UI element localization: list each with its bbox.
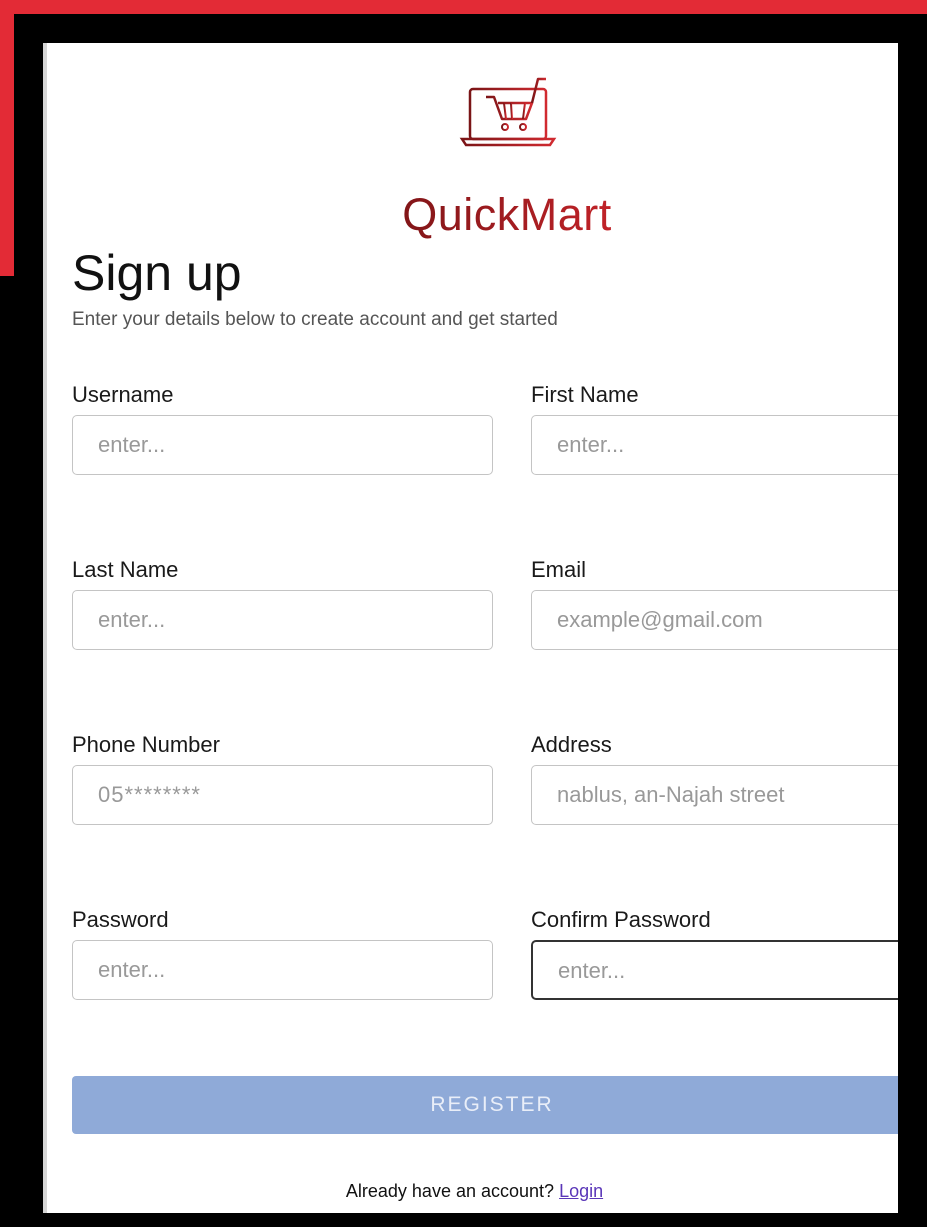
phone-input[interactable]: 05********: [72, 765, 493, 825]
address-input[interactable]: nablus, an-Najah street: [531, 765, 898, 825]
first-name-label: First Name: [531, 382, 639, 407]
last-name-input[interactable]: enter...: [72, 590, 493, 650]
login-prompt-row: Already have an account? Login: [47, 1181, 898, 1202]
page-title: Sign up: [72, 245, 242, 301]
register-button[interactable]: REGISTER: [72, 1076, 898, 1134]
phone-label: Phone Number: [72, 732, 220, 757]
login-prompt-text: Already have an account?: [345, 1181, 555, 1201]
password-input[interactable]: enter...: [72, 940, 493, 1000]
last-name-label: Last Name: [72, 557, 179, 582]
brand-logo: QuickMart: [377, 73, 637, 239]
email-label: Email: [531, 557, 587, 582]
brand-name: QuickMart: [377, 191, 637, 239]
first-name-input[interactable]: enter...: [531, 415, 898, 475]
address-label: Address: [531, 732, 612, 757]
confirm-password-label: Confirm Password: [531, 907, 711, 932]
username-input[interactable]: enter...: [72, 415, 493, 475]
email-input[interactable]: example@gmail.com: [531, 590, 898, 650]
signup-screen: QuickMart Sign up Enter your details bel…: [43, 43, 898, 1213]
password-label: Password: [72, 907, 169, 932]
page-subtitle: Enter your details below to create accou…: [72, 309, 558, 330]
shopping-cart-laptop-icon: [459, 77, 557, 147]
username-label: Username: [72, 382, 174, 407]
confirm-password-input[interactable]: enter...: [531, 940, 898, 1000]
login-link[interactable]: Login: [559, 1181, 603, 1201]
